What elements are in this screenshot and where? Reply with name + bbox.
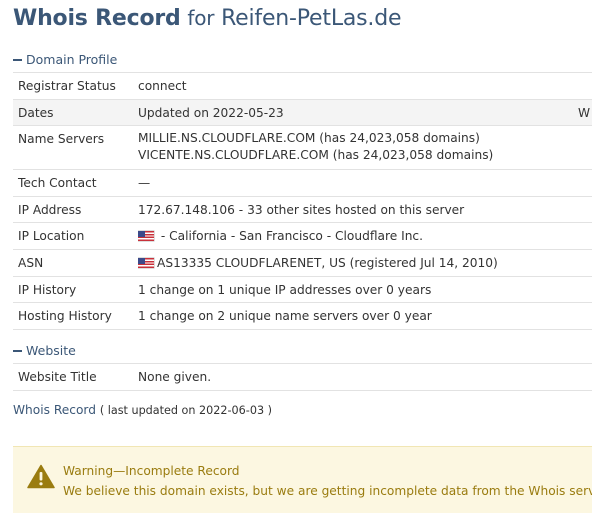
name-server-2: VICENTE.NS.CLOUDFLARE.COM (has 24,023,05… [138,148,494,162]
table-row: Tech Contact — [13,169,592,197]
domain-profile-table: Registrar Status connect Dates Updated o… [13,72,592,330]
section-toggle-domain-profile[interactable]: Domain Profile [13,52,117,67]
warning-text: We believe this domain exists, but we ar… [63,484,592,498]
row-label: IP Location [13,222,138,250]
table-row: IP Address 172.67.148.106 - 33 other sit… [13,196,592,223]
row-label: Hosting History [13,302,138,330]
page-title: Whois Record for Reifen-PetLas.de [13,6,402,31]
section-heading: Website [26,343,76,358]
row-value: — [138,169,592,197]
section-heading: Domain Profile [26,52,118,67]
row-value: AS13335 CLOUDFLARENET, US (registered Ju… [138,249,592,277]
table-row: IP Location - California - San Francisco… [13,222,592,250]
row-value: connect [138,72,592,100]
whois-record-footer: Whois Record ( last updated on 2022-06-0… [13,403,272,417]
row-label: Registrar Status [13,72,138,100]
table-row: Hosting History 1 change on 2 unique nam… [13,302,592,330]
row-value: 172.67.148.106 - 33 other sites hosted o… [138,196,592,223]
row-label: Tech Contact [13,169,138,197]
last-updated-text: ( last updated on 2022-06-03 ) [99,404,272,417]
collapse-icon [13,58,22,61]
row-label: IP History [13,276,138,303]
table-row: Dates Updated on 2022-05-23 W [13,99,592,126]
page-title-domain: Reifen-PetLas.de [221,6,402,31]
table-row: Website Title None given. [13,363,592,391]
whois-record-link[interactable]: Whois Record [13,403,96,417]
warning-panel: Warning—Incomplete Record We believe thi… [13,446,592,513]
warning-triangle-icon [27,464,55,489]
table-row: Name Servers MILLIE.NS.CLOUDFLARE.COM (h… [13,125,592,170]
table-row: ASN AS13335 CLOUDFLARENET, US (registere… [13,249,592,277]
table-row: IP History 1 change on 1 unique IP addre… [13,276,592,303]
row-value: - California - San Francisco - Cloudflar… [138,222,592,250]
page-title-for: for [187,6,215,30]
row-label: Name Servers [13,125,138,170]
us-flag-icon [138,231,154,241]
row-value: 1 change on 2 unique name servers over 0… [138,302,592,330]
row-label: IP Address [13,196,138,223]
row-value: 1 change on 1 unique IP addresses over 0… [138,276,592,303]
collapse-icon [13,349,22,352]
row-value: None given. [138,363,592,391]
row-value-overflow: W [578,106,591,120]
website-table: Website Title None given. [13,363,592,391]
row-label: Dates [13,99,138,126]
row-label: Website Title [13,363,138,391]
us-flag-icon [138,258,154,268]
warning-title: Warning—Incomplete Record [63,464,240,478]
page-title-main: Whois Record [13,6,181,31]
row-label: ASN [13,249,138,277]
section-toggle-website[interactable]: Website [13,343,76,358]
table-row: Registrar Status connect [13,72,592,100]
row-value: Updated on 2022-05-23 W [138,99,592,126]
row-value: MILLIE.NS.CLOUDFLARE.COM (has 24,023,058… [138,125,592,170]
name-server-1: MILLIE.NS.CLOUDFLARE.COM (has 24,023,058… [138,131,480,145]
